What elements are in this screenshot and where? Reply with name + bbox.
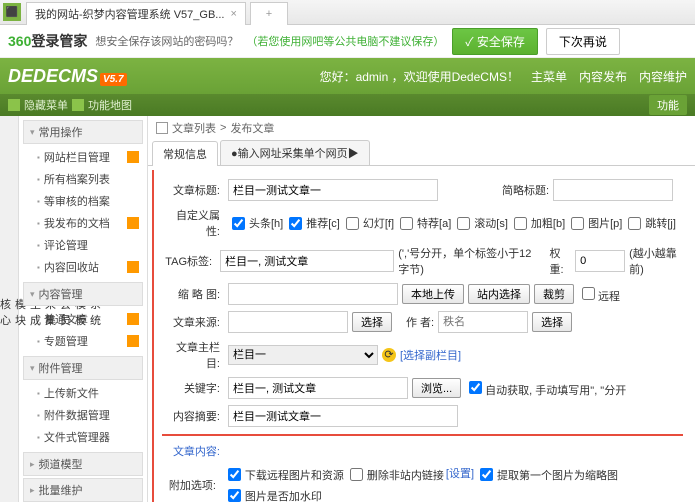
func-button[interactable]: 功能 — [649, 95, 687, 115]
addon-check[interactable]: 提取第一个图片为缩略图 — [476, 465, 618, 484]
later-button[interactable]: 下次再说 — [546, 28, 620, 55]
sidebar-item[interactable]: 附件数据管理 — [23, 404, 143, 426]
settings-link[interactable]: [设置] — [446, 465, 474, 484]
author-input[interactable] — [438, 311, 528, 333]
attr-check[interactable]: 跳转[j] — [624, 214, 676, 233]
app-header: DEDECMSV5.7 您好：admin ，欢迎使用DedeCMS！ 主菜单 内… — [0, 58, 695, 94]
title-label: 文章标题: — [162, 182, 224, 198]
main-panel: 文章列表 > 发布文章 常规信息 ●输入网址采集单个网页▶ 文章标题: 简略标题… — [148, 116, 695, 502]
browser-tabbar: ⬛ 我的网站-织梦内容管理系统 V57_GB...× + — [0, 0, 695, 25]
weight-input[interactable] — [575, 250, 625, 272]
attr-check[interactable]: 推荐[c] — [285, 214, 340, 233]
menu-publish[interactable]: 内容发布 — [579, 68, 627, 85]
upload-local-button[interactable]: 本地上传 — [402, 284, 464, 304]
badge-icon — [127, 151, 139, 163]
tag-label: TAG标签: — [162, 253, 216, 269]
main-tabs: 常规信息 ●输入网址采集单个网页▶ — [148, 140, 695, 166]
sidebar-group[interactable]: 批量维护 — [23, 478, 143, 502]
author-label: 作 者: — [406, 314, 434, 330]
weight-note: (越小越靠前) — [629, 245, 683, 277]
logo: DEDECMSV5.7 — [8, 66, 127, 87]
crumb-current: 发布文章 — [230, 120, 274, 136]
sidebar-item[interactable]: 上传新文件 — [23, 382, 143, 404]
attr-check[interactable]: 幻灯[f] — [342, 214, 394, 233]
cube-icon — [72, 99, 84, 111]
sidebar: 常用操作网站栏目管理所有档案列表等审核的档案我发布的文档评论管理内容回收站内容管… — [19, 116, 148, 502]
sidebar-group[interactable]: 内容管理 — [23, 282, 143, 306]
column-select[interactable]: 栏目一 — [228, 345, 378, 365]
crumb-list[interactable]: 文章列表 — [172, 120, 216, 136]
addon-label: 附加选项: — [162, 477, 220, 493]
tab-add[interactable]: + — [250, 2, 288, 25]
sidebar-item[interactable]: 等审核的档案 — [23, 190, 143, 212]
column-label: 文章主栏目: — [162, 339, 224, 371]
tab-collect-url[interactable]: ●输入网址采集单个网页▶ — [220, 140, 370, 165]
tag-note: (','号分开，单个标签小于12字节) — [398, 245, 535, 277]
source-label: 文章来源: — [162, 314, 224, 330]
keyword-label: 关键字: — [162, 380, 224, 396]
attr-check[interactable]: 加粗[b] — [510, 214, 565, 233]
attr-check[interactable]: 头条[h] — [228, 214, 283, 233]
badge-icon — [127, 261, 139, 273]
cube-icon — [8, 99, 20, 111]
sidebar-item[interactable]: 所有档案列表 — [23, 168, 143, 190]
title-input[interactable] — [228, 179, 438, 201]
attr-label: 自定义属性: — [162, 207, 224, 239]
addon-check[interactable]: 删除非站内链接 — [346, 465, 444, 484]
summary-label: 内容摘要: — [162, 408, 224, 424]
sub-header: 隐藏菜单 功能地图 功能 — [0, 94, 695, 116]
sidebar-item[interactable]: 内容回收站 — [23, 256, 143, 278]
remote-check[interactable]: 远程 — [578, 284, 620, 304]
summary-input[interactable] — [228, 405, 458, 427]
tab-general[interactable]: 常规信息 — [152, 141, 218, 166]
sidebar-item[interactable]: 专题管理 — [23, 330, 143, 352]
sidebar-item[interactable]: 普通文章 — [23, 308, 143, 330]
tag-input[interactable] — [220, 250, 394, 272]
badge-icon — [127, 335, 139, 347]
browser-tab[interactable]: 我的网站-织梦内容管理系统 V57_GB...× — [26, 2, 246, 25]
browser-icon: ⬛ — [3, 3, 21, 21]
menu-main[interactable]: 主菜单 — [531, 68, 567, 85]
hide-menu[interactable]: 隐藏菜单 — [24, 97, 68, 113]
attr-check[interactable]: 特荐[a] — [396, 214, 451, 233]
breadcrumb: 文章列表 > 发布文章 — [148, 116, 695, 140]
browse-button[interactable]: 浏览... — [412, 378, 461, 398]
sidebar-item[interactable]: 网站栏目管理 — [23, 146, 143, 168]
sidebar-item[interactable]: 文件式管理器 — [23, 426, 143, 448]
short-title-input[interactable] — [553, 179, 673, 201]
refresh-icon[interactable]: ⟳ — [382, 348, 396, 362]
article-form: 文章标题: 简略标题: 自定义属性: 头条[h]推荐[c]幻灯[f]特荐[a]滚… — [152, 170, 691, 502]
attr-check[interactable]: 图片[p] — [567, 214, 622, 233]
sidebar-group[interactable]: 常用操作 — [23, 120, 143, 144]
welcome-text: 您好：admin ，欢迎使用DedeCMS！ — [320, 68, 519, 85]
rail-nav: 核心 模块 生成 采集 会员 模板 系统 — [0, 116, 19, 502]
source-select-button[interactable]: 选择 — [352, 312, 392, 332]
sitemap[interactable]: 功能地图 — [88, 97, 132, 113]
sub-column-link[interactable]: [选择副栏目] — [400, 347, 461, 363]
sidebar-group[interactable]: 频道模型 — [23, 452, 143, 476]
author-select-button[interactable]: 选择 — [532, 312, 572, 332]
source-input[interactable] — [228, 311, 348, 333]
attr-check[interactable]: 滚动[s] — [453, 214, 508, 233]
crop-button[interactable]: 裁剪 — [534, 284, 574, 304]
weight-label: 权重: — [549, 245, 571, 277]
badge-icon — [127, 313, 139, 325]
sidebar-group[interactable]: 附件管理 — [23, 356, 143, 380]
password-bar: 360登录管家 想安全保存该网站的密码吗？ （若您使用网吧等公共电脑不建议保存）… — [0, 25, 695, 58]
auto-keyword-check[interactable]: 自动获取, 手动填写用", "分开 — [465, 378, 626, 398]
rail-core[interactable]: 核心 — [0, 293, 11, 331]
badge-icon — [127, 217, 139, 229]
sidebar-item[interactable]: 我发布的文档 — [23, 212, 143, 234]
short-title-label: 简略标题: — [502, 182, 549, 198]
save-password-button[interactable]: ✓ 安全保存 — [452, 28, 538, 55]
sidebar-item[interactable]: 评论管理 — [23, 234, 143, 256]
keyword-input[interactable] — [228, 377, 408, 399]
addon-check[interactable]: 下载远程图片和资源 — [224, 465, 344, 484]
thumb-input[interactable] — [228, 283, 398, 305]
thumb-label: 缩 略 图: — [162, 286, 224, 302]
square-icon — [156, 122, 168, 134]
menu-maintain[interactable]: 内容维护 — [639, 68, 687, 85]
select-site-button[interactable]: 站内选择 — [468, 284, 530, 304]
content-label: 文章内容: — [162, 443, 224, 459]
